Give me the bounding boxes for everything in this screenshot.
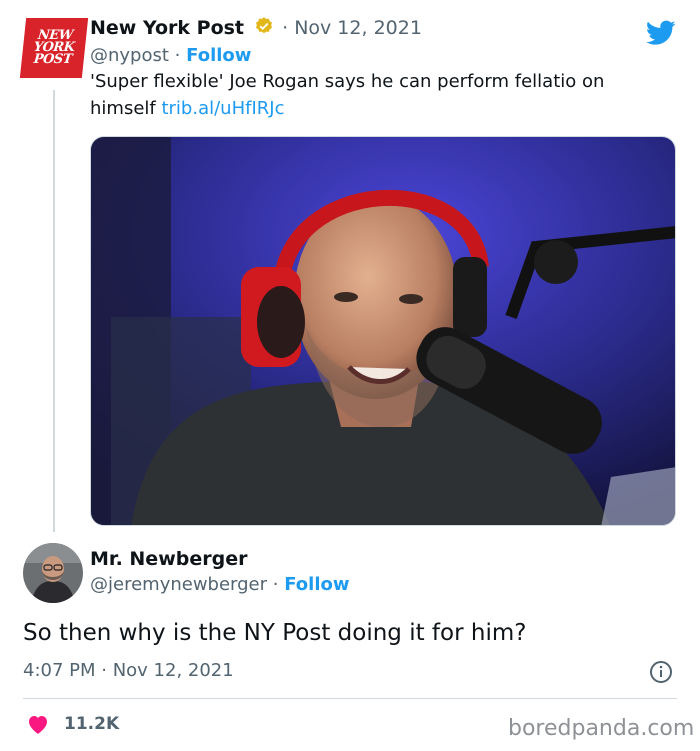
nypost-avatar[interactable]: NEW YORK POST bbox=[19, 18, 89, 78]
thread-line bbox=[53, 90, 55, 532]
tweet1-follow-button[interactable]: Follow bbox=[186, 45, 251, 66]
tweet2-handle-row: @jeremynewberger · Follow bbox=[90, 574, 350, 595]
separator-dot: · bbox=[272, 574, 279, 595]
podcast-photo-image bbox=[91, 137, 675, 525]
avatar-image bbox=[23, 543, 83, 603]
tweet1-display-name[interactable]: New York Post bbox=[90, 17, 244, 39]
logo-line-3: POST bbox=[32, 52, 73, 67]
twitter-bird-icon[interactable] bbox=[646, 20, 676, 46]
tweet2-timestamp[interactable]: 4:07 PM · Nov 12, 2021 bbox=[23, 660, 234, 681]
newberger-avatar[interactable] bbox=[23, 543, 83, 603]
tweet1-handle-row: @nypost · Follow bbox=[90, 45, 251, 66]
tweet1-header: New York Post · Nov 12, 2021 bbox=[90, 16, 422, 39]
tweet1-handle[interactable]: @nypost bbox=[90, 45, 169, 66]
tweet2-handle[interactable]: @jeremynewberger bbox=[90, 574, 267, 595]
tweet2-name-row: Mr. Newberger bbox=[90, 548, 247, 570]
like-row[interactable]: 11.2K bbox=[26, 713, 119, 735]
verified-badge-icon bbox=[256, 17, 273, 34]
tweet1-body: 'Super flexible' Joe Rogan says he can p… bbox=[90, 68, 670, 122]
like-count: 11.2K bbox=[64, 714, 120, 734]
boredpanda-watermark: boredpanda.com bbox=[508, 716, 695, 741]
heart-icon[interactable] bbox=[26, 713, 50, 735]
separator-dot: · bbox=[174, 45, 181, 66]
tweet2-follow-button[interactable]: Follow bbox=[284, 574, 349, 595]
tweet1-photo[interactable] bbox=[90, 136, 676, 526]
tweet2-text: So then why is the NY Post doing it for … bbox=[23, 620, 527, 646]
tweet1-date[interactable]: · Nov 12, 2021 bbox=[282, 17, 422, 39]
tweet1-link[interactable]: trib.al/uHfIRJc bbox=[161, 98, 284, 119]
info-icon[interactable] bbox=[649, 660, 673, 684]
divider bbox=[23, 698, 677, 699]
tweet2-display-name[interactable]: Mr. Newberger bbox=[90, 548, 247, 570]
